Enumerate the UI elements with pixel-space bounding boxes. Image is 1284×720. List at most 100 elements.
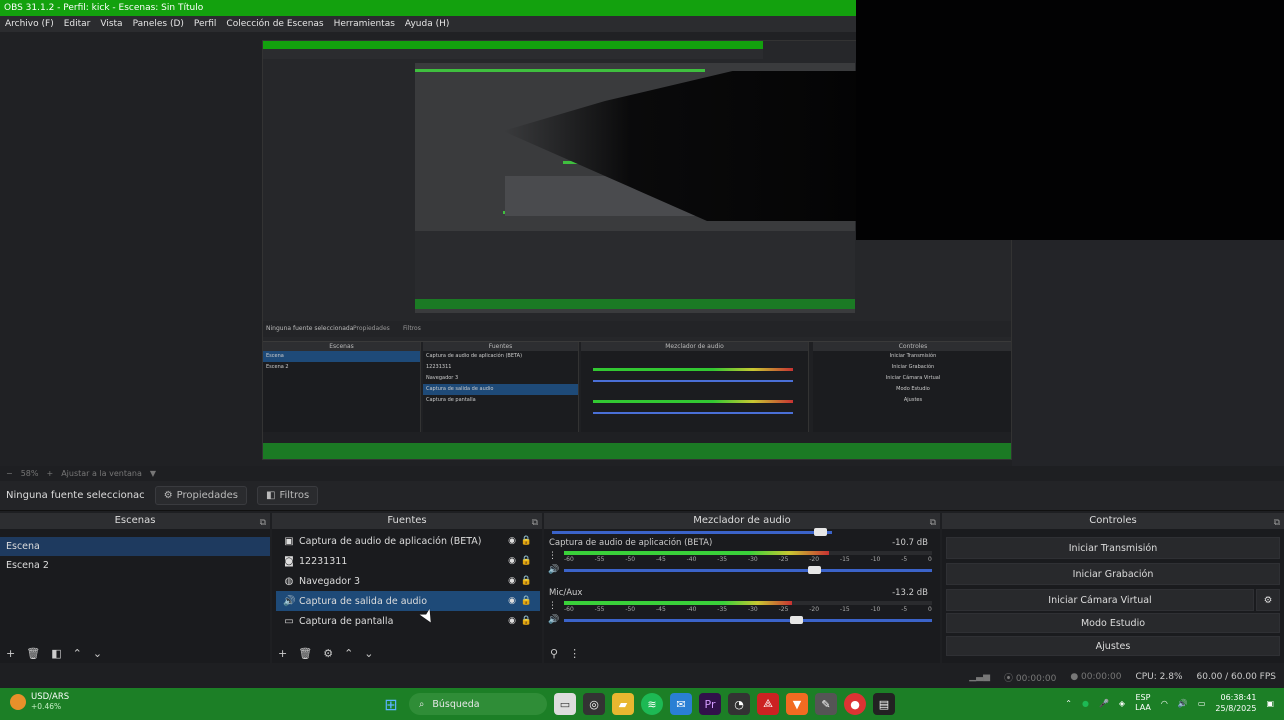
start-recording-button[interactable]: Iniciar Grabación	[946, 563, 1280, 585]
source-item[interactable]: ▣ Captura de audio de aplicación (BETA) …	[276, 531, 540, 551]
terminal-icon[interactable]: ▤	[873, 693, 895, 715]
speaker-icon[interactable]: 🔊	[548, 565, 559, 575]
add-icon[interactable]: +	[6, 647, 15, 660]
virtual-camera-settings-button[interactable]: ⚙	[1256, 589, 1280, 611]
menu-archivo[interactable]: Archivo (F)	[5, 19, 54, 29]
zoom-dropdown-arrow[interactable]: ▼	[150, 469, 156, 478]
volume-slider[interactable]	[564, 566, 932, 574]
menu-ayuda[interactable]: Ayuda (H)	[405, 19, 449, 29]
meter-tick-label: 0	[928, 556, 932, 563]
currency-icon	[10, 694, 26, 710]
gear-icon[interactable]: ⚙	[323, 647, 333, 660]
undock-icon[interactable]: ⧉	[532, 515, 538, 531]
menu-herramientas[interactable]: Herramientas	[334, 19, 395, 29]
menu-paneles[interactable]: Paneles (D)	[133, 19, 184, 29]
kebab-icon[interactable]: ⋮	[569, 647, 580, 660]
zoom-out-button[interactable]: −	[6, 469, 13, 478]
menu-editar[interactable]: Editar	[64, 19, 91, 29]
eye-icon[interactable]: ◉	[508, 556, 516, 566]
meter-ticks: -60 -55 -50 -45 -40 -35 -30 -25 -20 -15 -10 -5 0	[564, 556, 932, 564]
layout-code: LAA	[1135, 703, 1151, 712]
battery-icon[interactable]: ▭	[1198, 699, 1206, 708]
eye-icon[interactable]: ◉	[508, 576, 516, 586]
settings-button[interactable]: Ajustes	[946, 636, 1280, 656]
steam-icon[interactable]: ◔	[728, 693, 750, 715]
source-item[interactable]: ▭ Captura de pantalla ◉ 🔒	[276, 611, 540, 631]
volume-knob[interactable]	[789, 616, 803, 624]
notes-icon[interactable]: ✎	[815, 693, 837, 715]
lock-icon[interactable]: 🔒	[521, 616, 532, 626]
spotify-tray-icon[interactable]: ●	[1082, 699, 1089, 708]
mixer-channel: Mic/Aux -13.2 dB ⋮ -60 -55 -50 -45 -40 -35 -30…	[544, 585, 940, 635]
filters-button[interactable]: ◧ Filtros	[256, 486, 319, 505]
kebab-icon[interactable]: ⋮	[548, 601, 557, 611]
ticker-change: +0.46%	[31, 702, 62, 711]
eye-icon[interactable]: ◉	[508, 596, 516, 606]
undock-icon[interactable]: ⧉	[260, 515, 266, 531]
studio-mode-button[interactable]: Modo Estudio	[946, 613, 1280, 633]
kebab-icon[interactable]: ⋮	[548, 551, 557, 561]
zoom-fit-label[interactable]: Ajustar a la ventana	[61, 469, 142, 478]
meter-tick-label: -55	[594, 606, 605, 613]
wifi-icon[interactable]: ◠	[1161, 699, 1168, 708]
microphone-icon[interactable]: 🎤	[1099, 699, 1109, 708]
chevron-up-icon[interactable]: ⌃	[73, 647, 82, 660]
nested-controls-header: Controles	[813, 342, 1011, 351]
trash-icon[interactable]: 🗑	[298, 647, 312, 660]
chevron-down-icon[interactable]: ⌄	[93, 647, 102, 660]
meter-tick-label: -40	[686, 556, 697, 563]
source-item[interactable]: ◙ 12231311 ◉ 🔒	[276, 551, 540, 571]
outlook-icon[interactable]: ✉	[670, 693, 692, 715]
brave-icon[interactable]: ▼	[786, 693, 808, 715]
properties-button[interactable]: ⚙ Propiedades	[154, 486, 247, 505]
menu-coleccion-escenas[interactable]: Colección de Escenas	[226, 19, 323, 29]
notifications-icon[interactable]: ▣	[1266, 699, 1274, 708]
link-icon[interactable]: ⚲	[550, 647, 558, 660]
start-streaming-button[interactable]: Iniciar Transmisión	[946, 537, 1280, 559]
speaker-icon[interactable]: 🔊	[548, 615, 559, 625]
volume-knob[interactable]	[808, 566, 822, 574]
sources-dock: Fuentes ⧉ ▣ Captura de audio de aplicaci…	[272, 513, 542, 663]
tray-app-icon[interactable]: ◈	[1119, 699, 1125, 708]
menu-perfil[interactable]: Perfil	[194, 19, 217, 29]
ticker-widget[interactable]: USD/ARS +0.46%	[10, 692, 69, 712]
nested-scene-item: Escena	[263, 351, 420, 362]
source-item[interactable]: 🔊 Captura de salida de audio ◉ 🔒	[276, 591, 540, 611]
lock-icon[interactable]: 🔒	[521, 556, 532, 566]
eye-icon[interactable]: ◉	[508, 616, 516, 626]
trash-icon[interactable]: 🗑	[26, 647, 40, 660]
eye-icon[interactable]: ◉	[508, 536, 516, 546]
nested-source-item: Captura de salida de audio	[423, 384, 578, 395]
chevron-up-icon[interactable]: ⌃	[1065, 699, 1072, 708]
folder-icon[interactable]: ▰	[612, 693, 634, 715]
lock-icon[interactable]: 🔒	[521, 576, 532, 586]
source-item[interactable]: ◍ Navegador 3 ◉ 🔒	[276, 571, 540, 591]
lock-icon[interactable]: 🔒	[521, 536, 532, 546]
filter-icon[interactable]: ◧	[51, 647, 61, 660]
chat-icon[interactable]: ●	[844, 693, 866, 715]
windows-start-icon[interactable]: ⊞	[380, 693, 402, 715]
chevron-up-icon[interactable]: ⌃	[344, 647, 353, 660]
pdf-icon[interactable]: ⟁	[757, 693, 779, 715]
lock-icon[interactable]: 🔒	[521, 596, 532, 606]
keyboard-language[interactable]: ESP LAA	[1135, 693, 1151, 713]
partial-volume-slider[interactable]	[552, 528, 832, 536]
obs-icon[interactable]: ◎	[583, 693, 605, 715]
menu-vista[interactable]: Vista	[100, 19, 122, 29]
premiere-icon[interactable]: Pr	[699, 693, 721, 715]
volume-slider[interactable]	[564, 616, 932, 624]
start-virtual-camera-button[interactable]: Iniciar Cámara Virtual	[946, 589, 1254, 611]
add-icon[interactable]: +	[278, 647, 287, 660]
spotify-icon[interactable]: ≋	[641, 693, 663, 715]
volume-icon[interactable]: 🔊	[1178, 699, 1188, 708]
taskbar-search[interactable]: ⌕ Búsqueda	[409, 693, 547, 715]
zoom-in-button[interactable]: +	[46, 469, 53, 478]
meter-tick-label: -45	[655, 556, 666, 563]
undock-icon[interactable]: ⧉	[1274, 515, 1280, 531]
taskbar-clock[interactable]: 06:38:41 25/8/2025	[1215, 692, 1256, 714]
scene-item[interactable]: Escena	[0, 537, 270, 556]
chevron-down-icon[interactable]: ⌄	[364, 647, 373, 660]
task-view-icon[interactable]: ▭	[554, 693, 576, 715]
nested-volume	[593, 412, 793, 414]
scene-item[interactable]: Escena 2	[0, 556, 270, 575]
